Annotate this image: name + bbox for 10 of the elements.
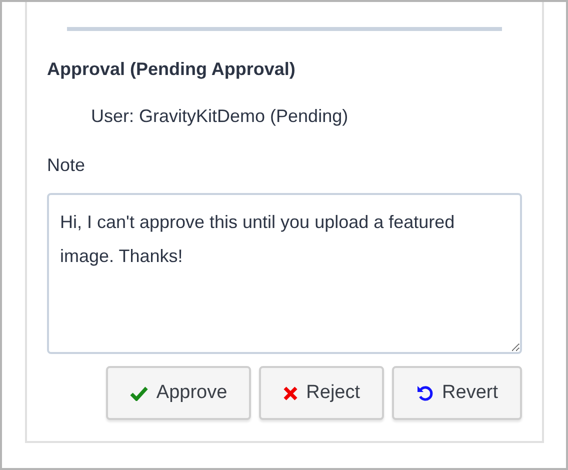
section-title: Approval (Pending Approval) bbox=[47, 58, 296, 81]
reject-button[interactable]: Reject bbox=[259, 366, 384, 420]
note-label: Note bbox=[47, 154, 86, 177]
cross-icon bbox=[283, 386, 298, 400]
undo-icon bbox=[416, 384, 434, 402]
approve-button[interactable]: Approve bbox=[106, 366, 252, 420]
checkmark-icon bbox=[130, 386, 148, 400]
note-field[interactable]: Hi, I can't approve this until you upload a featured image. Thanks! bbox=[47, 193, 522, 354]
revert-button[interactable]: Revert bbox=[392, 366, 522, 420]
approver-status: User: GravityKitDemo (Pending) bbox=[91, 105, 350, 128]
